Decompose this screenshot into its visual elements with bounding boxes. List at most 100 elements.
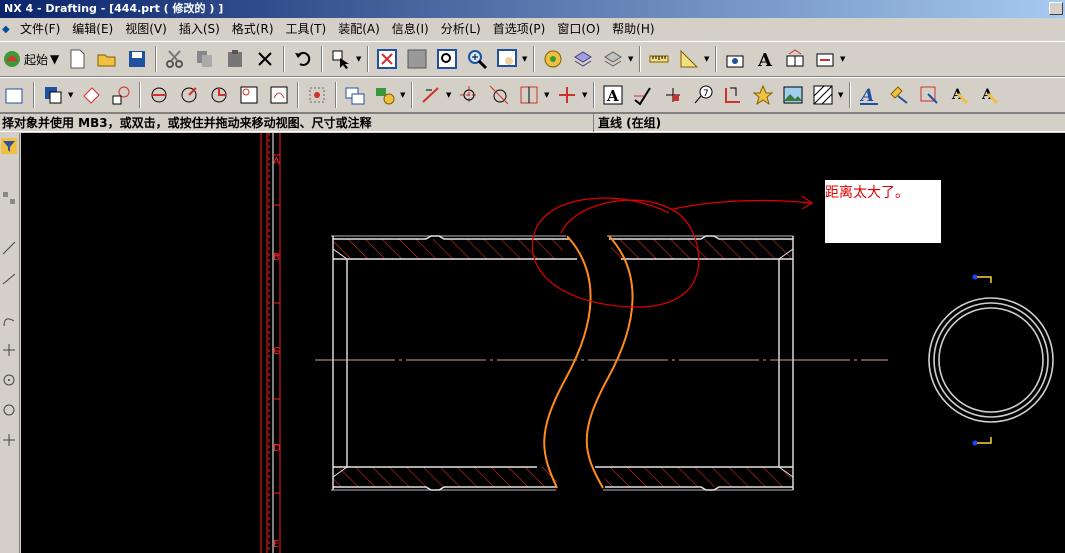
break-view-button[interactable] [265,81,293,109]
symbol-button[interactable] [811,45,839,73]
section-view-left[interactable] [331,235,577,491]
id-symbol-button[interactable]: 7 [689,81,717,109]
menu-preferences[interactable]: 首选项(P) [487,18,552,41]
save-icon [129,51,146,67]
utility-symbol-button[interactable] [417,81,445,109]
weld-symbol-button[interactable] [719,81,747,109]
point-tool-button[interactable] [0,339,18,361]
zoom-window-button[interactable] [403,45,431,73]
menu-help[interactable]: 帮助(H) [606,18,660,41]
start-button[interactable]: 起始 ▼ [0,45,62,73]
crosshair-button[interactable] [553,81,581,109]
projected-view-button[interactable] [77,81,105,109]
section-arrow-bottom[interactable] [972,437,992,446]
revolved-section-button[interactable] [205,81,233,109]
measure-angle-button[interactable] [675,45,703,73]
save-button[interactable] [123,45,151,73]
menu-analysis[interactable]: 分析(L) [435,18,487,41]
drawing-tools-button[interactable] [539,45,567,73]
update-views-button[interactable] [341,81,369,109]
menu-edit[interactable]: 编辑(E) [66,18,119,41]
display-options-button[interactable] [371,81,399,109]
half-section-button[interactable] [175,81,203,109]
line-tool-button[interactable] [0,237,18,259]
revolved-section-icon [211,87,227,103]
zone-label-d: D [273,443,281,454]
menu-bar: ◆ 文件(F) 编辑(E) 视图(V) 插入(S) 格式(R) 工具(T) 装配… [0,18,1065,41]
view-boundary-button[interactable] [303,81,331,109]
pan-button[interactable] [493,45,521,73]
start-icon [4,51,20,67]
menu-information[interactable]: 信息(I) [386,18,435,41]
cut-button[interactable] [161,45,189,73]
menu-file[interactable]: 文件(F) [14,18,66,41]
break-line-left[interactable] [543,235,592,489]
fit-view-button[interactable] [373,45,401,73]
selection-filter-button[interactable] [327,45,355,73]
symbol-preferences-button[interactable]: A [975,81,1003,109]
window-close-button[interactable] [1049,2,1063,15]
label-preferences-button[interactable]: A [945,81,973,109]
projected-view-icon [83,87,100,104]
open-file-button[interactable] [93,45,121,73]
copy-button[interactable] [191,45,219,73]
markup-arrow [672,195,814,210]
detail-view-button[interactable] [107,81,135,109]
target-point-button[interactable] [515,81,543,109]
menu-format[interactable]: 格式(R) [226,18,280,41]
centerline-button[interactable] [455,81,483,109]
zoom-area-button[interactable] [433,45,461,73]
feature-control-button[interactable] [781,45,809,73]
section-line-preferences-button[interactable] [885,81,913,109]
view-label-button[interactable] [721,45,749,73]
circle-tangent-tool-button[interactable] [0,399,18,421]
cross-tool-button[interactable] [0,429,18,451]
paste-button[interactable] [221,45,249,73]
hatch-button[interactable] [809,81,837,109]
menu-window[interactable]: 窗口(O) [551,18,606,41]
text-note-button[interactable]: A [751,45,779,73]
fit-icon [377,49,398,69]
delete-button[interactable] [251,45,279,73]
layer-visible-button[interactable] [599,45,627,73]
update-views-icon [345,87,365,105]
datum-target-button[interactable] [659,81,687,109]
measure-distance-button[interactable] [645,45,673,73]
graphics-window[interactable]: A B C D E 距离太大了。 [21,133,1065,553]
undo-button[interactable] [289,45,317,73]
section-view-button[interactable] [145,81,173,109]
image-button[interactable] [779,81,807,109]
snap-tool-button[interactable] [0,187,18,209]
base-view-button[interactable] [39,81,67,109]
unfold-section-button[interactable] [235,81,263,109]
left-tool-strip [0,133,20,553]
side-view[interactable] [928,297,1054,423]
section-view-right[interactable] [595,235,794,491]
zoom-window-icon [407,49,427,69]
circle-tool-button[interactable] [0,369,18,391]
menu-tools[interactable]: 工具(T) [280,18,333,41]
intersection-symbol-button[interactable] [485,81,513,109]
menu-view[interactable]: 视图(V) [119,18,173,41]
cue-status-bar: 择对象并使用 MB3，或双击，或按住并拖动来移动视图、尺寸或注释 直线 (在组) [0,113,1065,132]
app-icon[interactable]: ◆ [2,24,12,36]
break-line-right[interactable] [585,235,634,489]
new-sheet-button[interactable] [1,81,29,109]
filter-tool-button[interactable] [0,135,18,157]
layer-settings-button[interactable] [569,45,597,73]
arc-tool-button[interactable] [0,267,18,289]
new-file-button[interactable] [63,45,91,73]
weld-symbol-icon [725,87,740,103]
curve-tool-button[interactable] [0,309,18,331]
view-preferences-button[interactable] [915,81,943,109]
annotation-text-button[interactable]: A [599,81,627,109]
menu-assembly[interactable]: 装配(A) [332,18,386,41]
svg-text:A: A [606,87,619,105]
menu-insert[interactable]: 插入(S) [173,18,226,41]
section-arrow-top[interactable] [972,274,992,284]
zoom-in-out-button[interactable] [463,45,491,73]
detail-view-icon [112,86,130,105]
custom-symbol-button[interactable] [749,81,777,109]
annotation-preferences-button[interactable]: A [855,81,883,109]
surface-finish-button[interactable] [629,81,657,109]
